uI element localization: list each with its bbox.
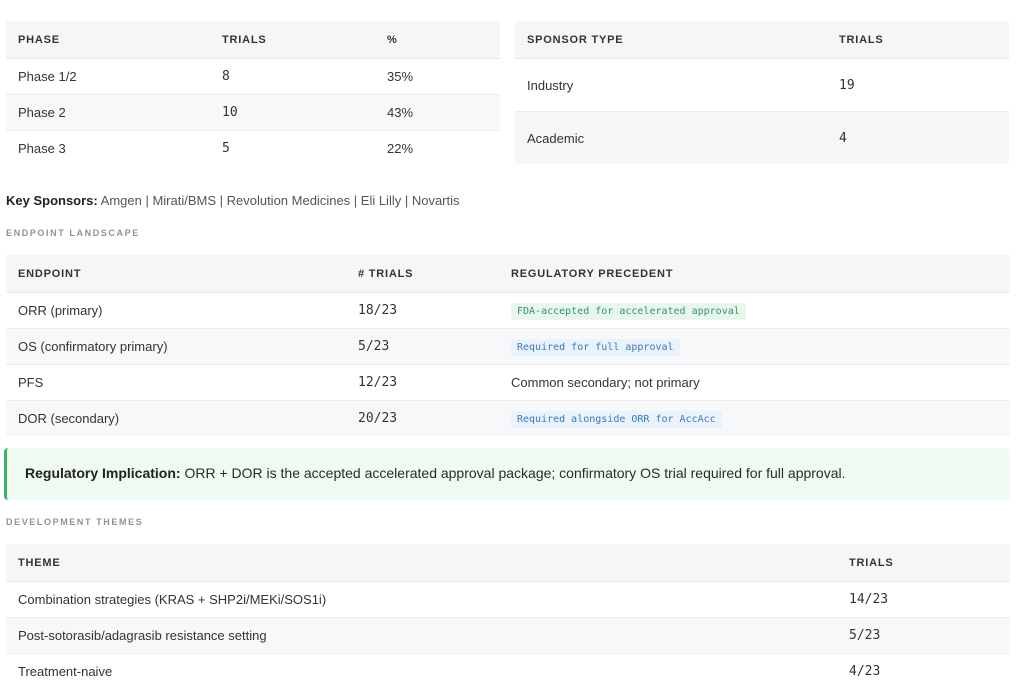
column-header-theme: THEME: [6, 544, 837, 582]
column-header-regulatory-precedent: REGULATORY PRECEDENT: [499, 255, 1010, 293]
theme-cell: Post-sotorasib/adagrasib resistance sett…: [6, 617, 837, 654]
theme-cell: Treatment-naive: [18, 664, 113, 679]
precedent-badge: Required for full approval: [511, 338, 680, 356]
phase-cell: Phase 3: [18, 141, 66, 156]
percent-cell: 35%: [375, 58, 500, 95]
column-header-percent: %: [375, 21, 500, 59]
table-row: Phase 1/2 8 35%: [6, 58, 500, 95]
precedent-badge: FDA-accepted for accelerated approval: [511, 302, 746, 320]
percent-cell: 22%: [387, 141, 414, 156]
trials-cell: 5/23: [837, 617, 1010, 654]
precedent-cell: FDA-accepted for accelerated approval: [499, 292, 1010, 329]
section-label-endpoint-landscape: ENDPOINT LANDSCAPE: [6, 228, 140, 238]
endpoint-cell: DOR (secondary): [6, 400, 346, 436]
phase-cell: Phase 2: [6, 94, 210, 131]
table-row: ORR (primary) 18/23 FDA-accepted for acc…: [6, 292, 1010, 329]
regulatory-implication-callout: Regulatory Implication: ORR + DOR is the…: [4, 448, 1010, 500]
trials-cell: 8: [210, 58, 375, 95]
trials-cell: 12/23: [346, 364, 499, 401]
phase-table: PHASE TRIALS % Phase 1/2 8 35% Phase 2 1…: [6, 21, 500, 166]
section-label-development-themes: DEVELOPMENT THEMES: [6, 517, 144, 527]
column-header-num-trials: # TRIALS: [346, 255, 499, 293]
callout-text: ORR + DOR is the accepted accelerated ap…: [180, 465, 846, 481]
endpoint-table: ENDPOINT # TRIALS REGULATORY PRECEDENT O…: [6, 255, 1010, 436]
table-row: Academic 4: [515, 111, 1009, 164]
trials-cell: 4: [827, 111, 1009, 164]
trials-cell: 4/23: [849, 664, 881, 679]
column-header-phase: PHASE: [6, 21, 210, 59]
table-row: Treatment-naive 4/23: [6, 654, 1010, 689]
table-header-row: ENDPOINT # TRIALS REGULATORY PRECEDENT: [6, 255, 1010, 293]
table-header-row: SPONSOR TYPE TRIALS: [515, 21, 1009, 59]
trials-cell: 5/23: [346, 328, 499, 365]
endpoint-cell: PFS: [6, 364, 346, 401]
trials-cell: 19: [827, 58, 1009, 112]
column-header-endpoint: ENDPOINT: [6, 255, 346, 293]
table-header-row: PHASE TRIALS %: [6, 21, 500, 59]
column-header-sponsor-type: SPONSOR TYPE: [515, 21, 827, 59]
trials-cell: 14/23: [837, 581, 1010, 618]
table-row: Post-sotorasib/adagrasib resistance sett…: [6, 617, 1010, 654]
column-header-trials: TRIALS: [837, 544, 1010, 582]
endpoint-cell: ORR (primary): [6, 292, 346, 329]
trials-cell: 18/23: [346, 292, 499, 329]
column-header-trials: TRIALS: [827, 21, 1009, 59]
trials-cell: 5: [222, 141, 230, 156]
key-sponsors-label: Key Sponsors:: [6, 193, 98, 208]
precedent-cell: Required for full approval: [499, 328, 1010, 365]
table-row: Phase 3 5 22%: [6, 131, 500, 167]
table-row: OS (confirmatory primary) 5/23 Required …: [6, 328, 1010, 365]
themes-table: THEME TRIALS Combination strategies (KRA…: [6, 544, 1010, 689]
table-row: PFS 12/23 Common secondary; not primary: [6, 364, 1010, 401]
sponsor-type-table: SPONSOR TYPE TRIALS Industry 19 Academic…: [515, 21, 1009, 164]
table-header-row: THEME TRIALS: [6, 544, 1010, 582]
table-row: Combination strategies (KRAS + SHP2i/MEK…: [6, 581, 1010, 618]
key-sponsors-line: Key Sponsors: Amgen | Mirati/BMS | Revol…: [6, 193, 460, 208]
callout-label: Regulatory Implication:: [25, 465, 181, 481]
table-row: DOR (secondary) 20/23 Required alongside…: [6, 400, 1010, 436]
column-header-trials: TRIALS: [210, 21, 375, 59]
trials-cell: 20/23: [346, 400, 499, 436]
endpoint-cell: OS (confirmatory primary): [6, 328, 346, 365]
sponsor-type-cell: Industry: [515, 58, 827, 112]
precedent-cell: Required alongside ORR for AccAcc: [499, 400, 1010, 436]
trials-cell: 10: [210, 94, 375, 131]
percent-cell: 43%: [375, 94, 500, 131]
precedent-badge: Required alongside ORR for AccAcc: [511, 410, 722, 428]
sponsor-type-cell: Academic: [515, 111, 827, 164]
key-sponsors-list: Amgen | Mirati/BMS | Revolution Medicine…: [100, 193, 460, 208]
precedent-cell: Common secondary; not primary: [499, 364, 1010, 401]
table-row: Phase 2 10 43%: [6, 94, 500, 131]
table-row: Industry 19: [515, 58, 1009, 112]
phase-cell: Phase 1/2: [6, 58, 210, 95]
theme-cell: Combination strategies (KRAS + SHP2i/MEK…: [6, 581, 837, 618]
